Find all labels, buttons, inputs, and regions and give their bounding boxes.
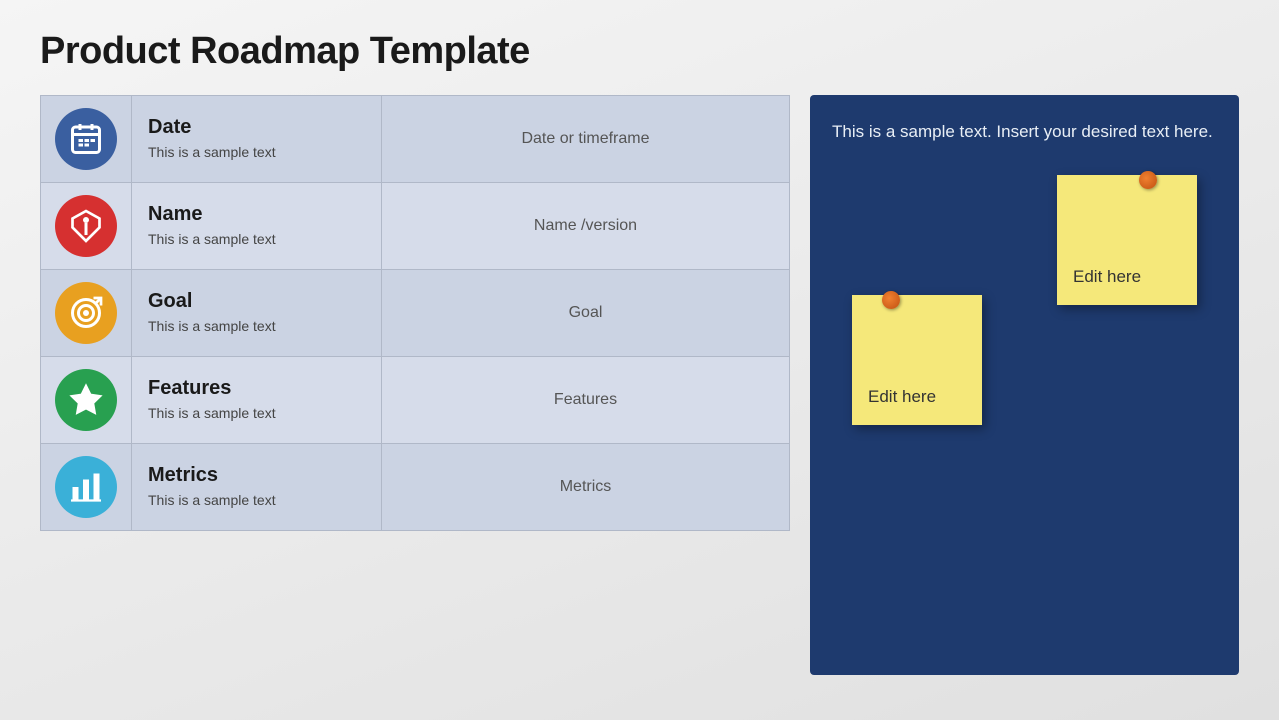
- panel-intro-text: This is a sample text. Insert your desir…: [832, 119, 1217, 145]
- sticky-note-1[interactable]: Edit here: [1057, 175, 1197, 305]
- icon-cell-features: [41, 357, 131, 443]
- roadmap-table: Date This is a sample text Date or timef…: [40, 95, 790, 675]
- table-row-metrics: Metrics This is a sample text Metrics: [40, 443, 790, 531]
- sticky-notes-area: Edit here Edit here: [832, 165, 1217, 652]
- main-content: Date This is a sample text Date or timef…: [40, 95, 1239, 675]
- page-title: Product Roadmap Template: [40, 30, 1239, 73]
- chart-icon: [55, 456, 117, 518]
- table-row-date: Date This is a sample text Date or timef…: [40, 95, 790, 182]
- label-cell-features: Features This is a sample text: [131, 357, 381, 443]
- value-cell-features: Features: [381, 357, 789, 443]
- row-label-features: Features: [148, 377, 365, 400]
- row-sublabel-metrics: This is a sample text: [148, 491, 365, 511]
- value-cell-date: Date or timeframe: [381, 96, 789, 182]
- right-panel: This is a sample text. Insert your desir…: [810, 95, 1239, 675]
- label-cell-goal: Goal This is a sample text: [131, 270, 381, 356]
- row-sublabel-name: This is a sample text: [148, 230, 365, 250]
- icon-cell-metrics: [41, 444, 131, 530]
- table-row-features: Features This is a sample text Features: [40, 356, 790, 443]
- row-sublabel-goal: This is a sample text: [148, 317, 365, 337]
- row-label-metrics: Metrics: [148, 464, 365, 487]
- value-cell-goal: Goal: [381, 270, 789, 356]
- tag-icon: [55, 195, 117, 257]
- label-cell-metrics: Metrics This is a sample text: [131, 444, 381, 530]
- label-cell-date: Date This is a sample text: [131, 96, 381, 182]
- sticky-note-1-text: Edit here: [1073, 267, 1141, 287]
- star-icon: [55, 369, 117, 431]
- label-cell-name: Name This is a sample text: [131, 183, 381, 269]
- sticky-note-2-text: Edit here: [868, 387, 936, 407]
- row-label-name: Name: [148, 203, 365, 226]
- icon-cell-goal: [41, 270, 131, 356]
- row-label-date: Date: [148, 116, 365, 139]
- value-cell-name: Name /version: [381, 183, 789, 269]
- sticky-note-2[interactable]: Edit here: [852, 295, 982, 425]
- icon-cell-date: [41, 96, 131, 182]
- value-cell-metrics: Metrics: [381, 444, 789, 530]
- row-sublabel-date: This is a sample text: [148, 143, 365, 163]
- row-sublabel-features: This is a sample text: [148, 404, 365, 424]
- table-row-goal: Goal This is a sample text Goal: [40, 269, 790, 356]
- icon-cell-name: [41, 183, 131, 269]
- table-row-name: Name This is a sample text Name /version: [40, 182, 790, 269]
- target-icon: [55, 282, 117, 344]
- calendar-icon: [55, 108, 117, 170]
- slide: Product Roadmap Template Date This is a …: [0, 0, 1279, 720]
- row-label-goal: Goal: [148, 290, 365, 313]
